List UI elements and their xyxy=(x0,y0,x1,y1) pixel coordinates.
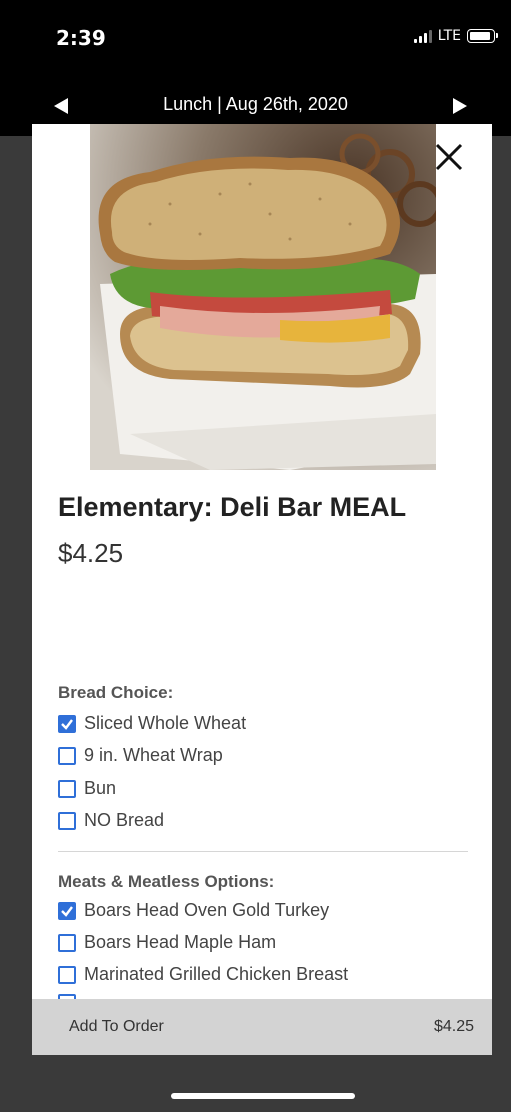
checkbox-icon[interactable] xyxy=(58,933,76,952)
option-label: Sliced Whole Wheat xyxy=(84,713,247,733)
next-day-button[interactable] xyxy=(447,93,473,119)
option-label: 9 in. Wheat Wrap xyxy=(84,745,223,765)
close-button[interactable] xyxy=(432,140,466,174)
network-label: LTE xyxy=(437,28,461,44)
item-photo xyxy=(90,124,436,470)
option-label: Marinated Grilled Chicken Breast xyxy=(84,964,349,984)
item-title: Elementary: Deli Bar MEAL xyxy=(58,492,407,522)
order-total: $4.25 xyxy=(433,1018,474,1035)
meat-option[interactable]: Boars Head Oven Gold Turkey xyxy=(58,900,329,921)
checkbox-icon[interactable] xyxy=(58,965,76,984)
sandwich-photo xyxy=(90,124,436,470)
bread-option[interactable]: NO Bread xyxy=(58,810,164,831)
bread-option[interactable]: Bun xyxy=(58,778,116,799)
checkbox-icon[interactable] xyxy=(58,811,76,830)
add-to-order-button[interactable]: Add To Order $4.25 xyxy=(32,999,492,1055)
item-detail-modal: Elementary: Deli Bar MEAL $4.25 Bread Ch… xyxy=(32,124,492,1054)
meat-option[interactable]: Boars Head Maple Ham xyxy=(58,932,276,953)
checked-checkbox-icon[interactable] xyxy=(58,714,76,733)
signal-icon xyxy=(413,29,432,43)
meats-options-heading: Meats & Meatless Options: xyxy=(58,872,275,891)
status-time: 2:39 xyxy=(56,26,106,50)
triangle-right-icon xyxy=(453,98,467,114)
option-label: Boars Head Oven Gold Turkey xyxy=(84,900,330,920)
section-divider xyxy=(58,851,468,852)
add-to-order-label: Add To Order xyxy=(69,1018,164,1035)
option-label: Boars Head Maple Ham xyxy=(84,932,277,952)
bread-option[interactable]: 9 in. Wheat Wrap xyxy=(58,745,223,766)
battery-icon xyxy=(467,29,498,43)
bread-option[interactable]: Sliced Whole Wheat xyxy=(58,713,246,734)
checked-checkbox-icon[interactable] xyxy=(58,901,76,920)
bread-choice-heading: Bread Choice: xyxy=(58,683,174,702)
meat-option[interactable]: Marinated Grilled Chicken Breast xyxy=(58,964,348,985)
checkbox-icon[interactable] xyxy=(58,779,76,798)
close-icon xyxy=(435,143,463,171)
home-indicator[interactable] xyxy=(171,1093,355,1099)
status-indicators: LTE xyxy=(413,28,498,44)
checkbox-icon[interactable] xyxy=(58,746,76,765)
option-label: NO Bread xyxy=(84,810,165,830)
option-label: Bun xyxy=(84,778,117,798)
item-price: $4.25 xyxy=(58,538,124,568)
nav-title: Lunch | Aug 26th, 2020 xyxy=(163,94,348,114)
status-bar: 2:39 LTE xyxy=(0,0,511,76)
